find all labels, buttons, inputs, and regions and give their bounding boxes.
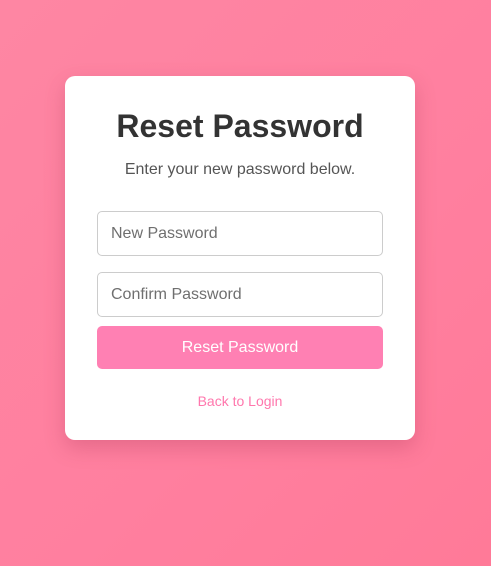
back-to-login-link[interactable]: Back to Login xyxy=(65,392,415,410)
reset-password-button[interactable]: Reset Password xyxy=(97,326,383,369)
reset-password-card: Reset Password Enter your new password b… xyxy=(65,76,415,440)
page-title: Reset Password xyxy=(116,108,364,144)
new-password-input[interactable] xyxy=(97,211,383,256)
confirm-password-input[interactable] xyxy=(97,272,383,317)
page-subtitle: Enter your new password below. xyxy=(124,161,356,178)
